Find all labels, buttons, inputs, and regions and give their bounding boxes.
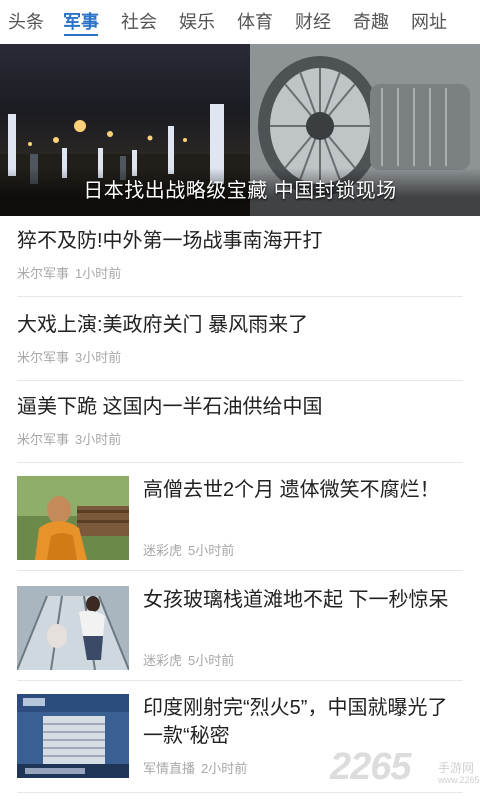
- tab-finance[interactable]: 财经: [284, 0, 342, 44]
- news-title: 女孩玻璃栈道滩地不起 下一秒惊呆: [143, 589, 449, 611]
- tab-curiosities[interactable]: 奇趣: [342, 0, 400, 44]
- news-time: 3小时前: [75, 350, 122, 365]
- divider: [17, 296, 463, 297]
- hero-banner[interactable]: 日本找出战略级宝藏 中国封锁现场: [0, 44, 480, 216]
- news-title: 逼美下跪 这国内一半石油供给中国: [17, 396, 323, 418]
- news-title: 高僧去世2个月 遗体微笑不腐烂！: [143, 479, 440, 501]
- news-title: 猝不及防!中外第一场战事南海开打: [17, 230, 323, 252]
- news-item-with-image[interactable]: 高僧去世2个月 遗体微笑不腐烂！ 迷彩虎 5小时前: [17, 474, 463, 584]
- news-item[interactable]: 猝不及防!中外第一场战事南海开打 米尔军事 1小时前: [17, 228, 463, 282]
- tab-headlines[interactable]: 头条: [0, 0, 52, 44]
- news-item[interactable]: 大戏上演:美政府关门 暴风雨来了 米尔军事 3小时前: [17, 312, 463, 366]
- watermark-number: 2265: [330, 746, 412, 788]
- category-tab-bar: 头条 军事 社会 娱乐 体育 财经 奇趣 网址: [0, 0, 480, 44]
- divider: [17, 680, 463, 681]
- divider: [17, 570, 463, 571]
- news-time: 5小时前: [188, 653, 235, 668]
- news-time: 2小时前: [201, 761, 248, 776]
- tab-entertainment[interactable]: 娱乐: [168, 0, 226, 44]
- news-item-with-image[interactable]: 女孩玻璃栈道滩地不起 下一秒惊呆 迷彩虎 5小时前: [17, 584, 463, 694]
- tab-society[interactable]: 社会: [110, 0, 168, 44]
- news-meta: 迷彩虎 5小时前: [143, 540, 234, 559]
- news-thumbnail: [17, 694, 129, 778]
- news-meta: 米尔军事 3小时前: [17, 429, 463, 448]
- news-meta: 米尔军事 3小时前: [17, 347, 463, 366]
- news-source: 米尔军事: [17, 350, 70, 365]
- news-item[interactable]: 逼美下跪 这国内一半石油供给中国 米尔军事 3小时前: [17, 394, 463, 448]
- tab-military[interactable]: 军事: [52, 0, 110, 44]
- hero-title: 日本找出战略级宝藏 中国封锁现场: [83, 180, 397, 202]
- news-time: 3小时前: [75, 432, 122, 447]
- news-title: 大戏上演:美政府关门 暴风雨来了: [17, 314, 309, 336]
- news-meta: 军情直播 2小时前: [143, 758, 247, 777]
- news-source: 米尔军事: [17, 432, 70, 447]
- news-time: 1小时前: [75, 266, 122, 281]
- site-watermark-logo: 2265 手游网 www.2265.com: [330, 742, 480, 798]
- divider: [17, 380, 463, 381]
- news-source: 迷彩虎: [143, 543, 183, 558]
- tab-websites[interactable]: 网址: [400, 0, 458, 44]
- news-thumbnail: [17, 476, 129, 560]
- news-source: 迷彩虎: [143, 653, 183, 668]
- tab-sports[interactable]: 体育: [226, 0, 284, 44]
- news-source: 米尔军事: [17, 266, 70, 281]
- divider: [17, 462, 463, 463]
- news-meta: 迷彩虎 5小时前: [143, 650, 234, 669]
- watermark-text: 手游网: [438, 761, 475, 775]
- news-thumbnail: [17, 586, 129, 670]
- news-meta: 米尔军事 1小时前: [17, 263, 463, 282]
- news-time: 5小时前: [188, 543, 235, 558]
- watermark-url: www.2265.com: [438, 775, 480, 785]
- news-source: 军情直播: [143, 761, 196, 776]
